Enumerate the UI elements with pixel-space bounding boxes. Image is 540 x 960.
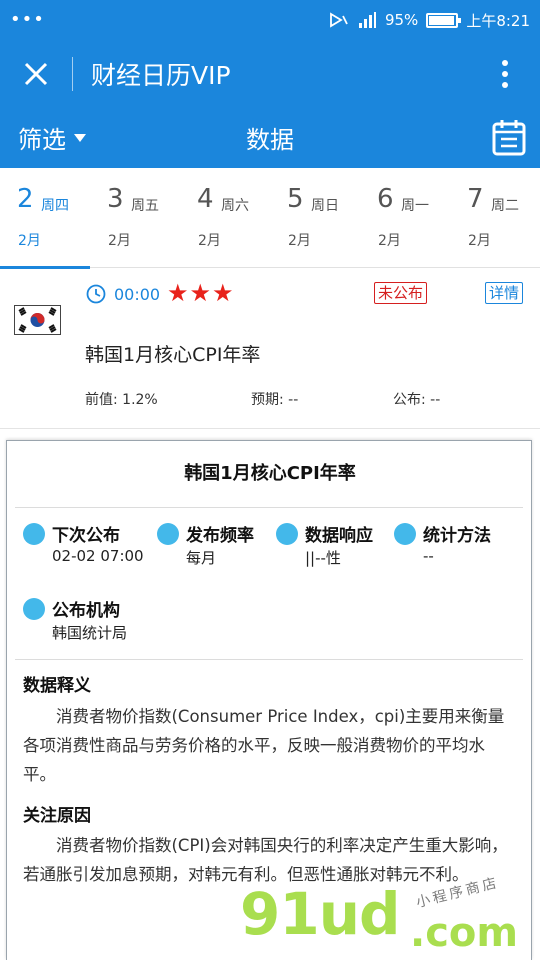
close-button[interactable] bbox=[0, 40, 72, 108]
info-value: -- bbox=[423, 547, 434, 565]
date-weekday: 周四 bbox=[41, 198, 69, 214]
panel-divider bbox=[15, 659, 523, 660]
status-right: 95% 上午8:21 bbox=[329, 10, 530, 31]
date-day: 4 bbox=[197, 184, 214, 214]
section-text: 消费者物价指数(Consumer Price Index，cpi)主要用来衡量各… bbox=[23, 707, 505, 784]
date-month: 2月 bbox=[288, 233, 311, 249]
caret-down-icon bbox=[74, 133, 86, 142]
info-label: 发布频率 bbox=[186, 526, 254, 546]
bullet-dot-icon bbox=[276, 523, 298, 545]
info-label: 公布机构 bbox=[52, 601, 120, 621]
more-options-button[interactable] bbox=[470, 40, 540, 108]
bullet-dot-icon bbox=[23, 598, 45, 620]
status-bar: ••• 95% 上午8:21 bbox=[0, 0, 540, 40]
date-tab-4[interactable]: 4 周六 2月 bbox=[180, 168, 270, 268]
calendar-icon bbox=[492, 120, 526, 156]
signal-icon bbox=[358, 12, 376, 28]
date-month: 2月 bbox=[198, 233, 221, 249]
app-bar: 财经日历VIP bbox=[0, 40, 540, 108]
date-month: 2月 bbox=[378, 233, 401, 249]
date-weekday: 周日 bbox=[311, 198, 339, 214]
mute-icon bbox=[330, 12, 348, 28]
bullet-dot-icon bbox=[394, 523, 416, 545]
info-value: ||--性 bbox=[305, 549, 341, 567]
panel-divider bbox=[15, 507, 523, 508]
calendar-button[interactable] bbox=[492, 118, 526, 156]
date-day: 5 bbox=[287, 184, 304, 214]
date-day: 6 bbox=[377, 184, 394, 214]
app-title: 财经日历VIP bbox=[91, 61, 231, 90]
battery-icon bbox=[426, 12, 462, 28]
date-day: 3 bbox=[107, 184, 124, 214]
importance-stars: ★★★ bbox=[167, 279, 235, 307]
previous-value: 前值: 1.2% bbox=[85, 392, 158, 408]
date-tab-3[interactable]: 3 周五 2月 bbox=[90, 168, 180, 268]
date-tab-2[interactable]: 2 周四 2月 bbox=[0, 168, 90, 269]
date-tab-7[interactable]: 7 周二 2月 bbox=[450, 168, 540, 268]
info-value: 韩国统计局 bbox=[52, 624, 128, 642]
date-weekday: 周一 bbox=[401, 198, 429, 214]
date-tab-5[interactable]: 5 周日 2月 bbox=[270, 168, 360, 268]
panel-title: 韩国1月核心CPI年率 bbox=[184, 463, 356, 484]
bullet-dot-icon bbox=[157, 523, 179, 545]
clock: 上午8:21 bbox=[466, 11, 530, 30]
info-label: 统计方法 bbox=[423, 526, 491, 546]
bullet-dot-icon bbox=[23, 523, 45, 545]
date-strip: 2 周四 2月 3 周五 2月 4 周六 2月 5 周日 2月 6 周一 2月 7 周二 2月 bbox=[0, 168, 540, 269]
south-korea-flag-icon bbox=[14, 305, 61, 335]
app-bar-divider bbox=[72, 57, 73, 91]
info-label: 数据响应 bbox=[305, 526, 373, 546]
details-button[interactable]: 详情 bbox=[485, 282, 524, 304]
forecast-value: 预期: -- bbox=[251, 392, 299, 408]
status-badge: 未公布 bbox=[374, 282, 428, 304]
filter-button[interactable]: 筛选 bbox=[18, 120, 86, 155]
status-menu-dots: ••• bbox=[10, 9, 45, 30]
section-heading: 关注原因 bbox=[23, 806, 91, 826]
filter-bar: 筛选 数据 bbox=[0, 108, 540, 168]
info-value: 02-02 07:00 bbox=[52, 547, 144, 565]
date-tab-6[interactable]: 6 周一 2月 bbox=[360, 168, 450, 268]
close-icon bbox=[24, 62, 48, 86]
date-day: 7 bbox=[467, 184, 484, 214]
date-month: 2月 bbox=[468, 233, 491, 249]
filter-label: 筛选 bbox=[18, 126, 66, 154]
date-weekday: 周五 bbox=[131, 198, 159, 214]
date-day: 2 bbox=[17, 184, 34, 214]
section-text: 消费者物价指数(CPI)会对韩国央行的利率决定产生重大影响，若通胀引发加息预期，… bbox=[23, 836, 508, 884]
section-heading: 数据释义 bbox=[23, 676, 91, 696]
event-title: 韩国1月核心CPI年率 bbox=[85, 344, 261, 366]
date-month: 2月 bbox=[18, 233, 41, 249]
info-value: 每月 bbox=[186, 549, 217, 567]
clock-icon bbox=[86, 284, 106, 304]
battery-percent: 95% bbox=[384, 11, 419, 29]
more-vert-icon bbox=[502, 60, 508, 88]
event-time-text: 00:00 bbox=[114, 284, 161, 304]
actual-value: 公布: -- bbox=[393, 392, 441, 408]
date-month: 2月 bbox=[108, 233, 131, 249]
date-weekday: 周二 bbox=[491, 198, 519, 214]
date-weekday: 周六 bbox=[221, 198, 249, 214]
info-label: 下次公布 bbox=[52, 526, 120, 546]
event-time: 00:00 bbox=[86, 284, 160, 304]
